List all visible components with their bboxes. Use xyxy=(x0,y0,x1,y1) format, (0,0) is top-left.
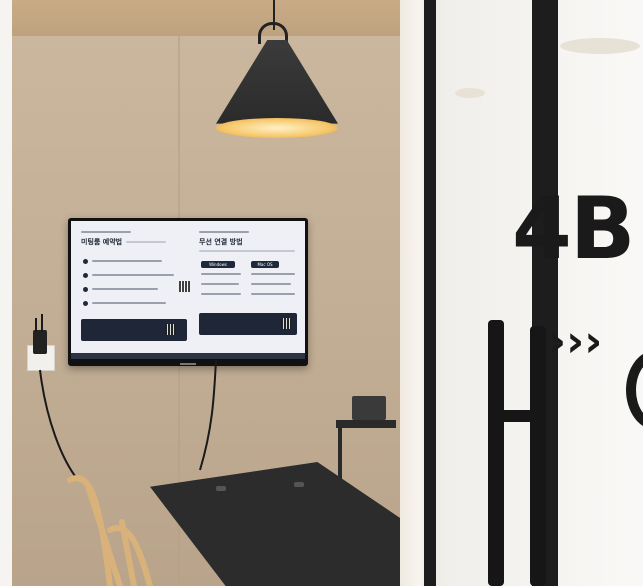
ceiling-light-reflection xyxy=(455,88,485,98)
room-number-sign: 4B xyxy=(512,179,635,279)
meeting-room-photo: 미팅룸 예약법 무선 연결 방법 Windows Mac OS 4B ››› xyxy=(0,0,643,586)
door-frame-left xyxy=(424,0,436,586)
door-handle-bar[interactable] xyxy=(498,410,534,422)
door-handle-left[interactable] xyxy=(488,320,504,586)
ceiling-light-reflection-2 xyxy=(560,38,640,54)
door-handle-right[interactable] xyxy=(530,326,546,586)
direction-arrows-icon: ››› xyxy=(548,316,603,367)
chair-rail-1 xyxy=(85,483,123,586)
